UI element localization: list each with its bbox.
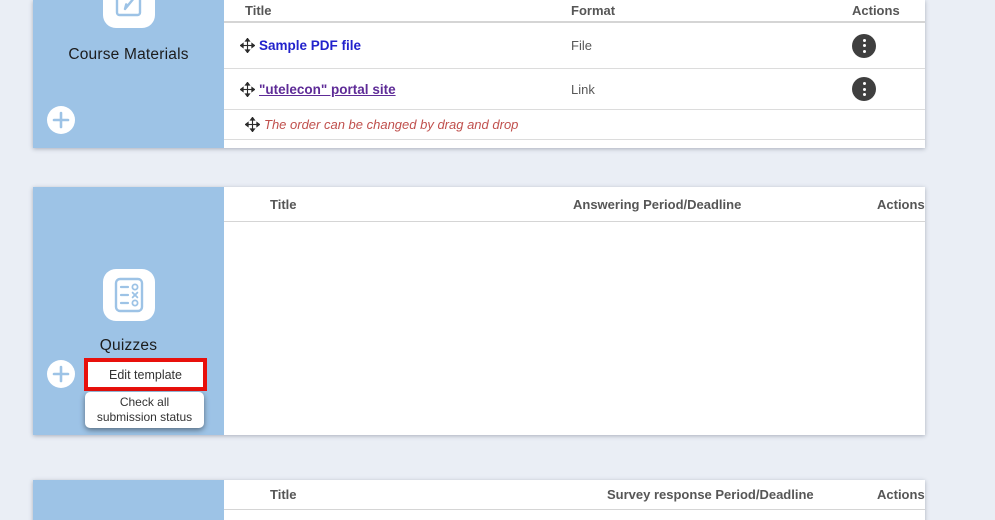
surveys-table: Title Survey response Period/Deadline Ac… [224, 480, 925, 520]
column-header-title: Title [224, 197, 297, 212]
quizzes-card: Quizzes Edit template Check all submissi… [33, 187, 925, 435]
column-header-format: Format [571, 3, 615, 18]
add-material-button[interactable] [47, 106, 75, 134]
quiz-checklist-icon [103, 269, 155, 321]
material-row-utelecon: "utelecon" portal site Link [224, 69, 925, 110]
section-title-quizzes: Quizzes [33, 337, 224, 355]
drag-move-icon[interactable] [240, 82, 255, 97]
drag-move-icon [245, 117, 260, 132]
surveys-sidebar [33, 480, 224, 520]
course-materials-card: Course Materials Title Format Actions [33, 0, 925, 148]
edit-document-icon [103, 0, 155, 28]
column-header-actions: Actions [877, 197, 925, 212]
column-header-actions: Actions [852, 3, 900, 18]
course-materials-sidebar: Course Materials [33, 0, 224, 148]
surveys-card: Title Survey response Period/Deadline Ac… [33, 480, 925, 520]
table-header-row: Title Answering Period/Deadline Actions [224, 187, 925, 222]
material-row-pdf: Sample PDF file File [224, 23, 925, 69]
material-link-sample-pdf[interactable]: Sample PDF file [259, 38, 361, 53]
edit-template-button[interactable]: Edit template [84, 358, 207, 391]
column-header-title: Title [224, 487, 297, 502]
column-header-survey-period: Survey response Period/Deadline [607, 487, 814, 502]
table-header-row: Title Survey response Period/Deadline Ac… [224, 480, 925, 510]
add-quiz-button[interactable] [47, 360, 75, 388]
course-materials-table: Title Format Actions Sample PDF file Fil… [224, 0, 925, 148]
plus-icon [47, 360, 75, 388]
row-actions-kebab-button[interactable] [852, 77, 876, 101]
material-format: File [571, 38, 852, 53]
quizzes-table: Title Answering Period/Deadline Actions [224, 187, 925, 435]
material-link-utelecon-portal[interactable]: "utelecon" portal site [259, 82, 396, 97]
row-actions-kebab-button[interactable] [852, 34, 876, 58]
column-header-title: Title [224, 3, 272, 18]
check-all-submission-status-button[interactable]: Check all submission status [85, 392, 204, 428]
plus-icon [47, 106, 75, 134]
column-header-answering-period: Answering Period/Deadline [573, 197, 741, 212]
section-title-course-materials: Course Materials [33, 46, 224, 64]
quizzes-sidebar: Quizzes Edit template Check all submissi… [33, 187, 224, 435]
table-header-row: Title Format Actions [224, 0, 925, 23]
material-format: Link [571, 82, 852, 97]
drag-drop-note-row: The order can be changed by drag and dro… [224, 110, 925, 140]
drag-drop-note: The order can be changed by drag and dro… [264, 117, 518, 132]
drag-move-icon[interactable] [240, 38, 255, 53]
column-header-actions: Actions [877, 487, 925, 502]
